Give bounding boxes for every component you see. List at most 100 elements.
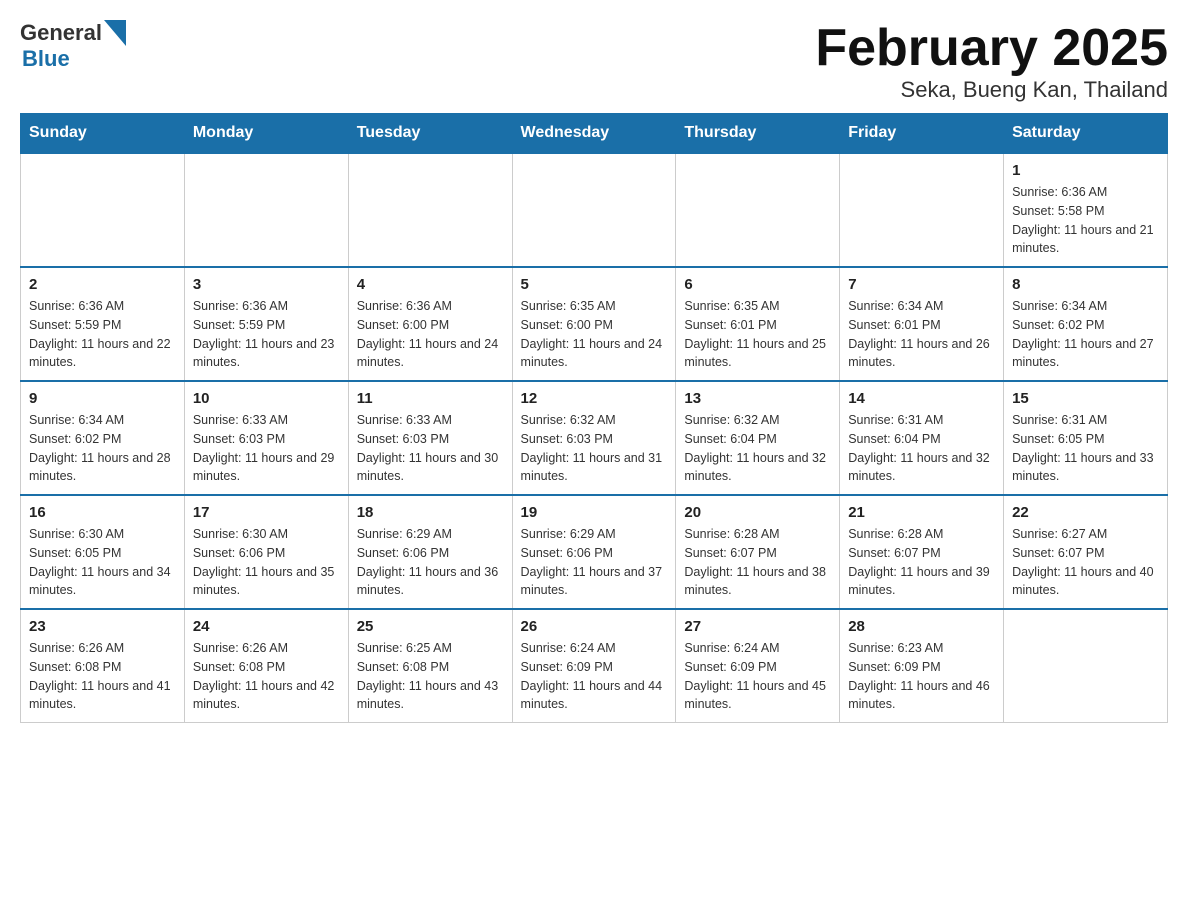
calendar-week-row: 16 Sunrise: 6:30 AMSunset: 6:05 PMDayligh… (21, 495, 1168, 609)
calendar-cell: 5Sunrise: 6:35 AMSunset: 6:00 PMDaylight… (512, 267, 676, 381)
calendar-table: Sunday Monday Tuesday Wednesday Thursday… (20, 113, 1168, 723)
calendar-cell: 9Sunrise: 6:34 AMSunset: 6:02 PMDaylight… (21, 381, 185, 495)
day-number: 21 (848, 504, 995, 521)
day-number: 7 (848, 276, 995, 293)
calendar-week-row: 1 Sunrise: 6:36 AMSunset: 5:58 PMDaylight… (21, 153, 1168, 267)
calendar-cell (21, 153, 185, 267)
calendar-cell: 11 Sunrise: 6:33 AMSunset: 6:03 PMDayligh… (348, 381, 512, 495)
calendar-cell: 25 Sunrise: 6:25 AMSunset: 6:08 PMDayligh… (348, 609, 512, 723)
day-number: 22 (1012, 504, 1159, 521)
day-info: Sunrise: 6:36 AMSunset: 5:58 PMDaylight:… (1012, 183, 1159, 258)
col-thursday: Thursday (676, 114, 840, 154)
calendar-cell: 27Sunrise: 6:24 AMSunset: 6:09 PMDayligh… (676, 609, 840, 723)
day-info: Sunrise: 6:25 AMSunset: 6:08 PMDaylight:… (357, 639, 504, 714)
calendar-cell (184, 153, 348, 267)
day-info: Sunrise: 6:31 AMSunset: 6:05 PMDaylight:… (1012, 411, 1159, 486)
day-number: 9 (29, 390, 176, 407)
calendar-cell: 28 Sunrise: 6:23 AMSunset: 6:09 PMDayligh… (840, 609, 1004, 723)
day-number: 2 (29, 276, 176, 293)
day-number: 28 (848, 618, 995, 635)
day-info: Sunrise: 6:36 AMSunset: 5:59 PMDaylight:… (29, 297, 176, 372)
logo-general-text: General (20, 20, 102, 46)
day-info: Sunrise: 6:33 AMSunset: 6:03 PMDaylight:… (193, 411, 340, 486)
calendar-cell: 1 Sunrise: 6:36 AMSunset: 5:58 PMDaylight… (1004, 153, 1168, 267)
day-info: Sunrise: 6:32 AMSunset: 6:03 PMDaylight:… (521, 411, 668, 486)
title-block: February 2025 Seka, Bueng Kan, Thailand (815, 20, 1168, 103)
calendar-cell (512, 153, 676, 267)
col-monday: Monday (184, 114, 348, 154)
calendar-week-row: 9Sunrise: 6:34 AMSunset: 6:02 PMDaylight… (21, 381, 1168, 495)
day-info: Sunrise: 6:30 AMSunset: 6:05 PMDaylight:… (29, 525, 176, 600)
day-info: Sunrise: 6:34 AMSunset: 6:01 PMDaylight:… (848, 297, 995, 372)
calendar-cell: 14Sunrise: 6:31 AMSunset: 6:04 PMDayligh… (840, 381, 1004, 495)
calendar-cell: 8 Sunrise: 6:34 AMSunset: 6:02 PMDaylight… (1004, 267, 1168, 381)
calendar-cell: 22 Sunrise: 6:27 AMSunset: 6:07 PMDayligh… (1004, 495, 1168, 609)
day-number: 6 (684, 276, 831, 293)
calendar-cell: 15 Sunrise: 6:31 AMSunset: 6:05 PMDayligh… (1004, 381, 1168, 495)
day-info: Sunrise: 6:28 AMSunset: 6:07 PMDaylight:… (684, 525, 831, 600)
calendar-cell: 10 Sunrise: 6:33 AMSunset: 6:03 PMDayligh… (184, 381, 348, 495)
calendar-cell: 7 Sunrise: 6:34 AMSunset: 6:01 PMDaylight… (840, 267, 1004, 381)
calendar-cell: 13 Sunrise: 6:32 AMSunset: 6:04 PMDayligh… (676, 381, 840, 495)
calendar-cell: 16 Sunrise: 6:30 AMSunset: 6:05 PMDayligh… (21, 495, 185, 609)
day-number: 25 (357, 618, 504, 635)
logo-arrow-icon (104, 20, 126, 46)
day-number: 18 (357, 504, 504, 521)
day-info: Sunrise: 6:30 AMSunset: 6:06 PMDaylight:… (193, 525, 340, 600)
day-info: Sunrise: 6:26 AMSunset: 6:08 PMDaylight:… (29, 639, 176, 714)
calendar-cell: 26 Sunrise: 6:24 AMSunset: 6:09 PMDayligh… (512, 609, 676, 723)
calendar-cell: 20Sunrise: 6:28 AMSunset: 6:07 PMDayligh… (676, 495, 840, 609)
day-number: 5 (521, 276, 668, 293)
day-number: 10 (193, 390, 340, 407)
col-tuesday: Tuesday (348, 114, 512, 154)
calendar-cell (676, 153, 840, 267)
day-number: 19 (521, 504, 668, 521)
col-saturday: Saturday (1004, 114, 1168, 154)
day-info: Sunrise: 6:31 AMSunset: 6:04 PMDaylight:… (848, 411, 995, 486)
calendar-cell: 24Sunrise: 6:26 AMSunset: 6:08 PMDayligh… (184, 609, 348, 723)
day-info: Sunrise: 6:28 AMSunset: 6:07 PMDaylight:… (848, 525, 995, 600)
day-info: Sunrise: 6:35 AMSunset: 6:01 PMDaylight:… (684, 297, 831, 372)
calendar-cell: 2 Sunrise: 6:36 AMSunset: 5:59 PMDaylight… (21, 267, 185, 381)
day-number: 8 (1012, 276, 1159, 293)
day-number: 23 (29, 618, 176, 635)
day-info: Sunrise: 6:27 AMSunset: 6:07 PMDaylight:… (1012, 525, 1159, 600)
day-info: Sunrise: 6:34 AMSunset: 6:02 PMDaylight:… (1012, 297, 1159, 372)
day-number: 16 (29, 504, 176, 521)
day-info: Sunrise: 6:26 AMSunset: 6:08 PMDaylight:… (193, 639, 340, 714)
calendar-cell (840, 153, 1004, 267)
page-header: General Blue February 2025 Seka, Bueng K… (20, 20, 1168, 103)
calendar-cell (1004, 609, 1168, 723)
day-info: Sunrise: 6:29 AMSunset: 6:06 PMDaylight:… (357, 525, 504, 600)
day-number: 11 (357, 390, 504, 407)
day-info: Sunrise: 6:36 AMSunset: 5:59 PMDaylight:… (193, 297, 340, 372)
day-info: Sunrise: 6:32 AMSunset: 6:04 PMDaylight:… (684, 411, 831, 486)
col-sunday: Sunday (21, 114, 185, 154)
day-number: 26 (521, 618, 668, 635)
col-friday: Friday (840, 114, 1004, 154)
day-number: 3 (193, 276, 340, 293)
calendar-cell (348, 153, 512, 267)
calendar-cell: 3 Sunrise: 6:36 AMSunset: 5:59 PMDaylight… (184, 267, 348, 381)
day-info: Sunrise: 6:24 AMSunset: 6:09 PMDaylight:… (521, 639, 668, 714)
day-number: 13 (684, 390, 831, 407)
page-title: February 2025 (815, 20, 1168, 77)
day-number: 1 (1012, 162, 1159, 179)
calendar-week-row: 23 Sunrise: 6:26 AMSunset: 6:08 PMDayligh… (21, 609, 1168, 723)
logo-blue-text: Blue (22, 46, 126, 72)
calendar-cell: 21 Sunrise: 6:28 AMSunset: 6:07 PMDayligh… (840, 495, 1004, 609)
col-wednesday: Wednesday (512, 114, 676, 154)
calendar-cell: 23 Sunrise: 6:26 AMSunset: 6:08 PMDayligh… (21, 609, 185, 723)
calendar-cell: 12 Sunrise: 6:32 AMSunset: 6:03 PMDayligh… (512, 381, 676, 495)
calendar-week-row: 2 Sunrise: 6:36 AMSunset: 5:59 PMDaylight… (21, 267, 1168, 381)
day-number: 17 (193, 504, 340, 521)
day-number: 27 (684, 618, 831, 635)
day-info: Sunrise: 6:29 AMSunset: 6:06 PMDaylight:… (521, 525, 668, 600)
calendar-cell: 4Sunrise: 6:36 AMSunset: 6:00 PMDaylight… (348, 267, 512, 381)
calendar-header-row: Sunday Monday Tuesday Wednesday Thursday… (21, 114, 1168, 154)
day-number: 12 (521, 390, 668, 407)
day-info: Sunrise: 6:23 AMSunset: 6:09 PMDaylight:… (848, 639, 995, 714)
calendar-cell: 6 Sunrise: 6:35 AMSunset: 6:01 PMDaylight… (676, 267, 840, 381)
day-number: 15 (1012, 390, 1159, 407)
day-info: Sunrise: 6:33 AMSunset: 6:03 PMDaylight:… (357, 411, 504, 486)
